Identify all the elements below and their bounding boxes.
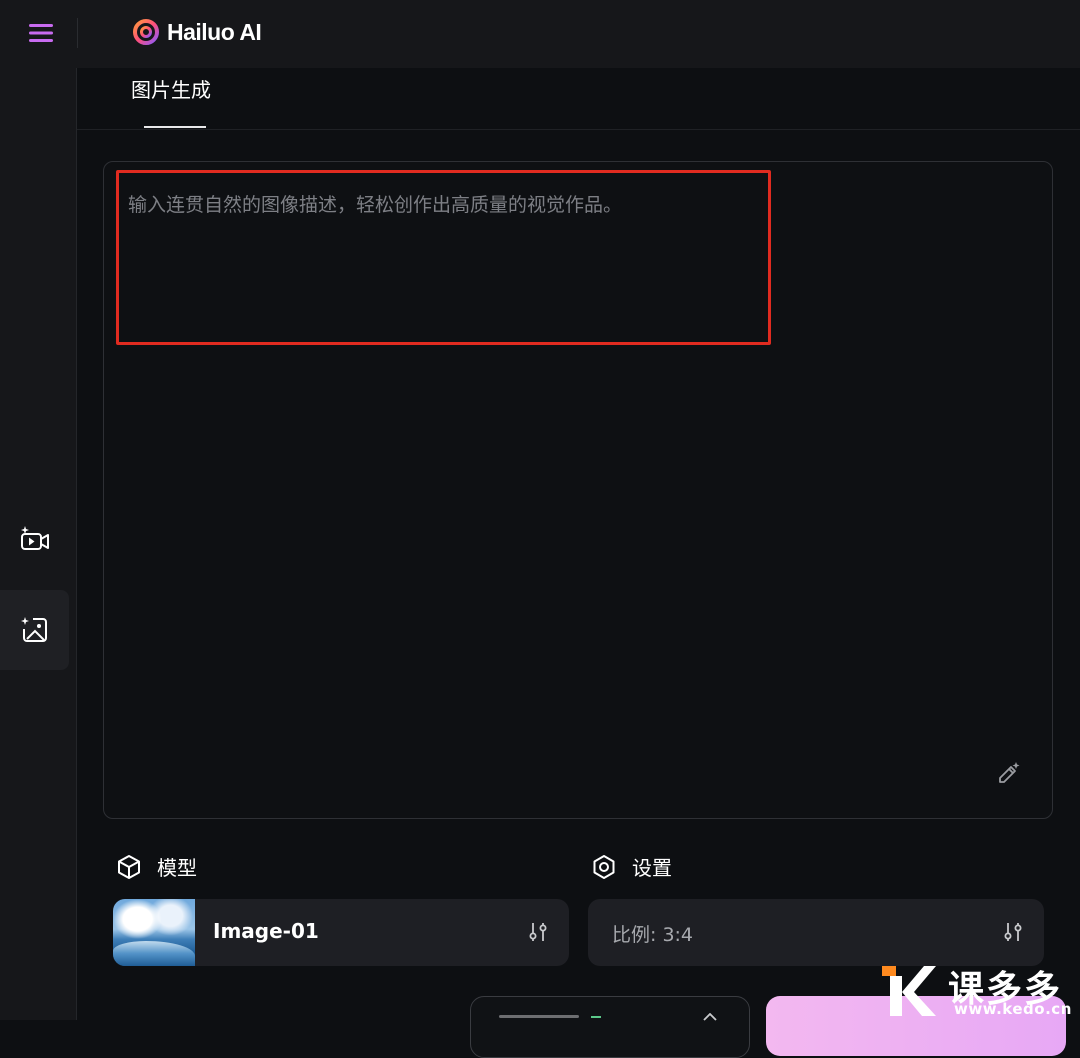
- menu-icon[interactable]: [28, 22, 54, 44]
- cube-icon: [118, 854, 140, 879]
- logo-text: Hailuo AI: [167, 18, 262, 45]
- model-name: Image-01: [213, 919, 319, 943]
- adjust-icon[interactable]: [1002, 920, 1024, 944]
- hexagon-settings-icon: [593, 854, 615, 879]
- generation-count-selector[interactable]: [470, 996, 750, 1058]
- model-thumbnail: [113, 899, 195, 966]
- sidebar-item-image[interactable]: [0, 590, 69, 670]
- prompt-input[interactable]: [128, 190, 1028, 770]
- top-header: Hailuo AI: [0, 0, 1080, 68]
- sidebar-divider: [76, 68, 77, 1020]
- active-tab-indicator: [144, 126, 206, 128]
- settings-label: 设置: [632, 856, 672, 880]
- model-label: 模型: [157, 856, 197, 880]
- tab-image-generation[interactable]: 图片生成: [131, 74, 211, 103]
- watermark: 课多多 www.kedo.cn: [880, 962, 1080, 1020]
- hailuo-logo-icon: [133, 19, 159, 45]
- sidebar-item-video[interactable]: [0, 500, 69, 580]
- model-section-label: 模型: [115, 852, 197, 881]
- video-generate-icon: [20, 526, 49, 550]
- magic-pen-icon[interactable]: [996, 760, 1022, 786]
- model-selector[interactable]: Image-01: [113, 899, 569, 966]
- watermark-logo-icon: [882, 966, 936, 1016]
- ratio-value: 比例: 3:4: [612, 924, 694, 946]
- header-divider: [77, 18, 78, 48]
- tab-bar: 图片生成: [77, 68, 1080, 130]
- adjust-icon[interactable]: [527, 920, 549, 944]
- ratio-selector[interactable]: 比例: 3:4: [588, 899, 1044, 966]
- prompt-box: [103, 161, 1053, 819]
- watermark-url: www.kedo.cn: [954, 1000, 1072, 1018]
- app-logo[interactable]: Hailuo AI: [133, 17, 262, 47]
- settings-section-label: 设置: [590, 852, 672, 881]
- image-generate-icon: [20, 617, 47, 642]
